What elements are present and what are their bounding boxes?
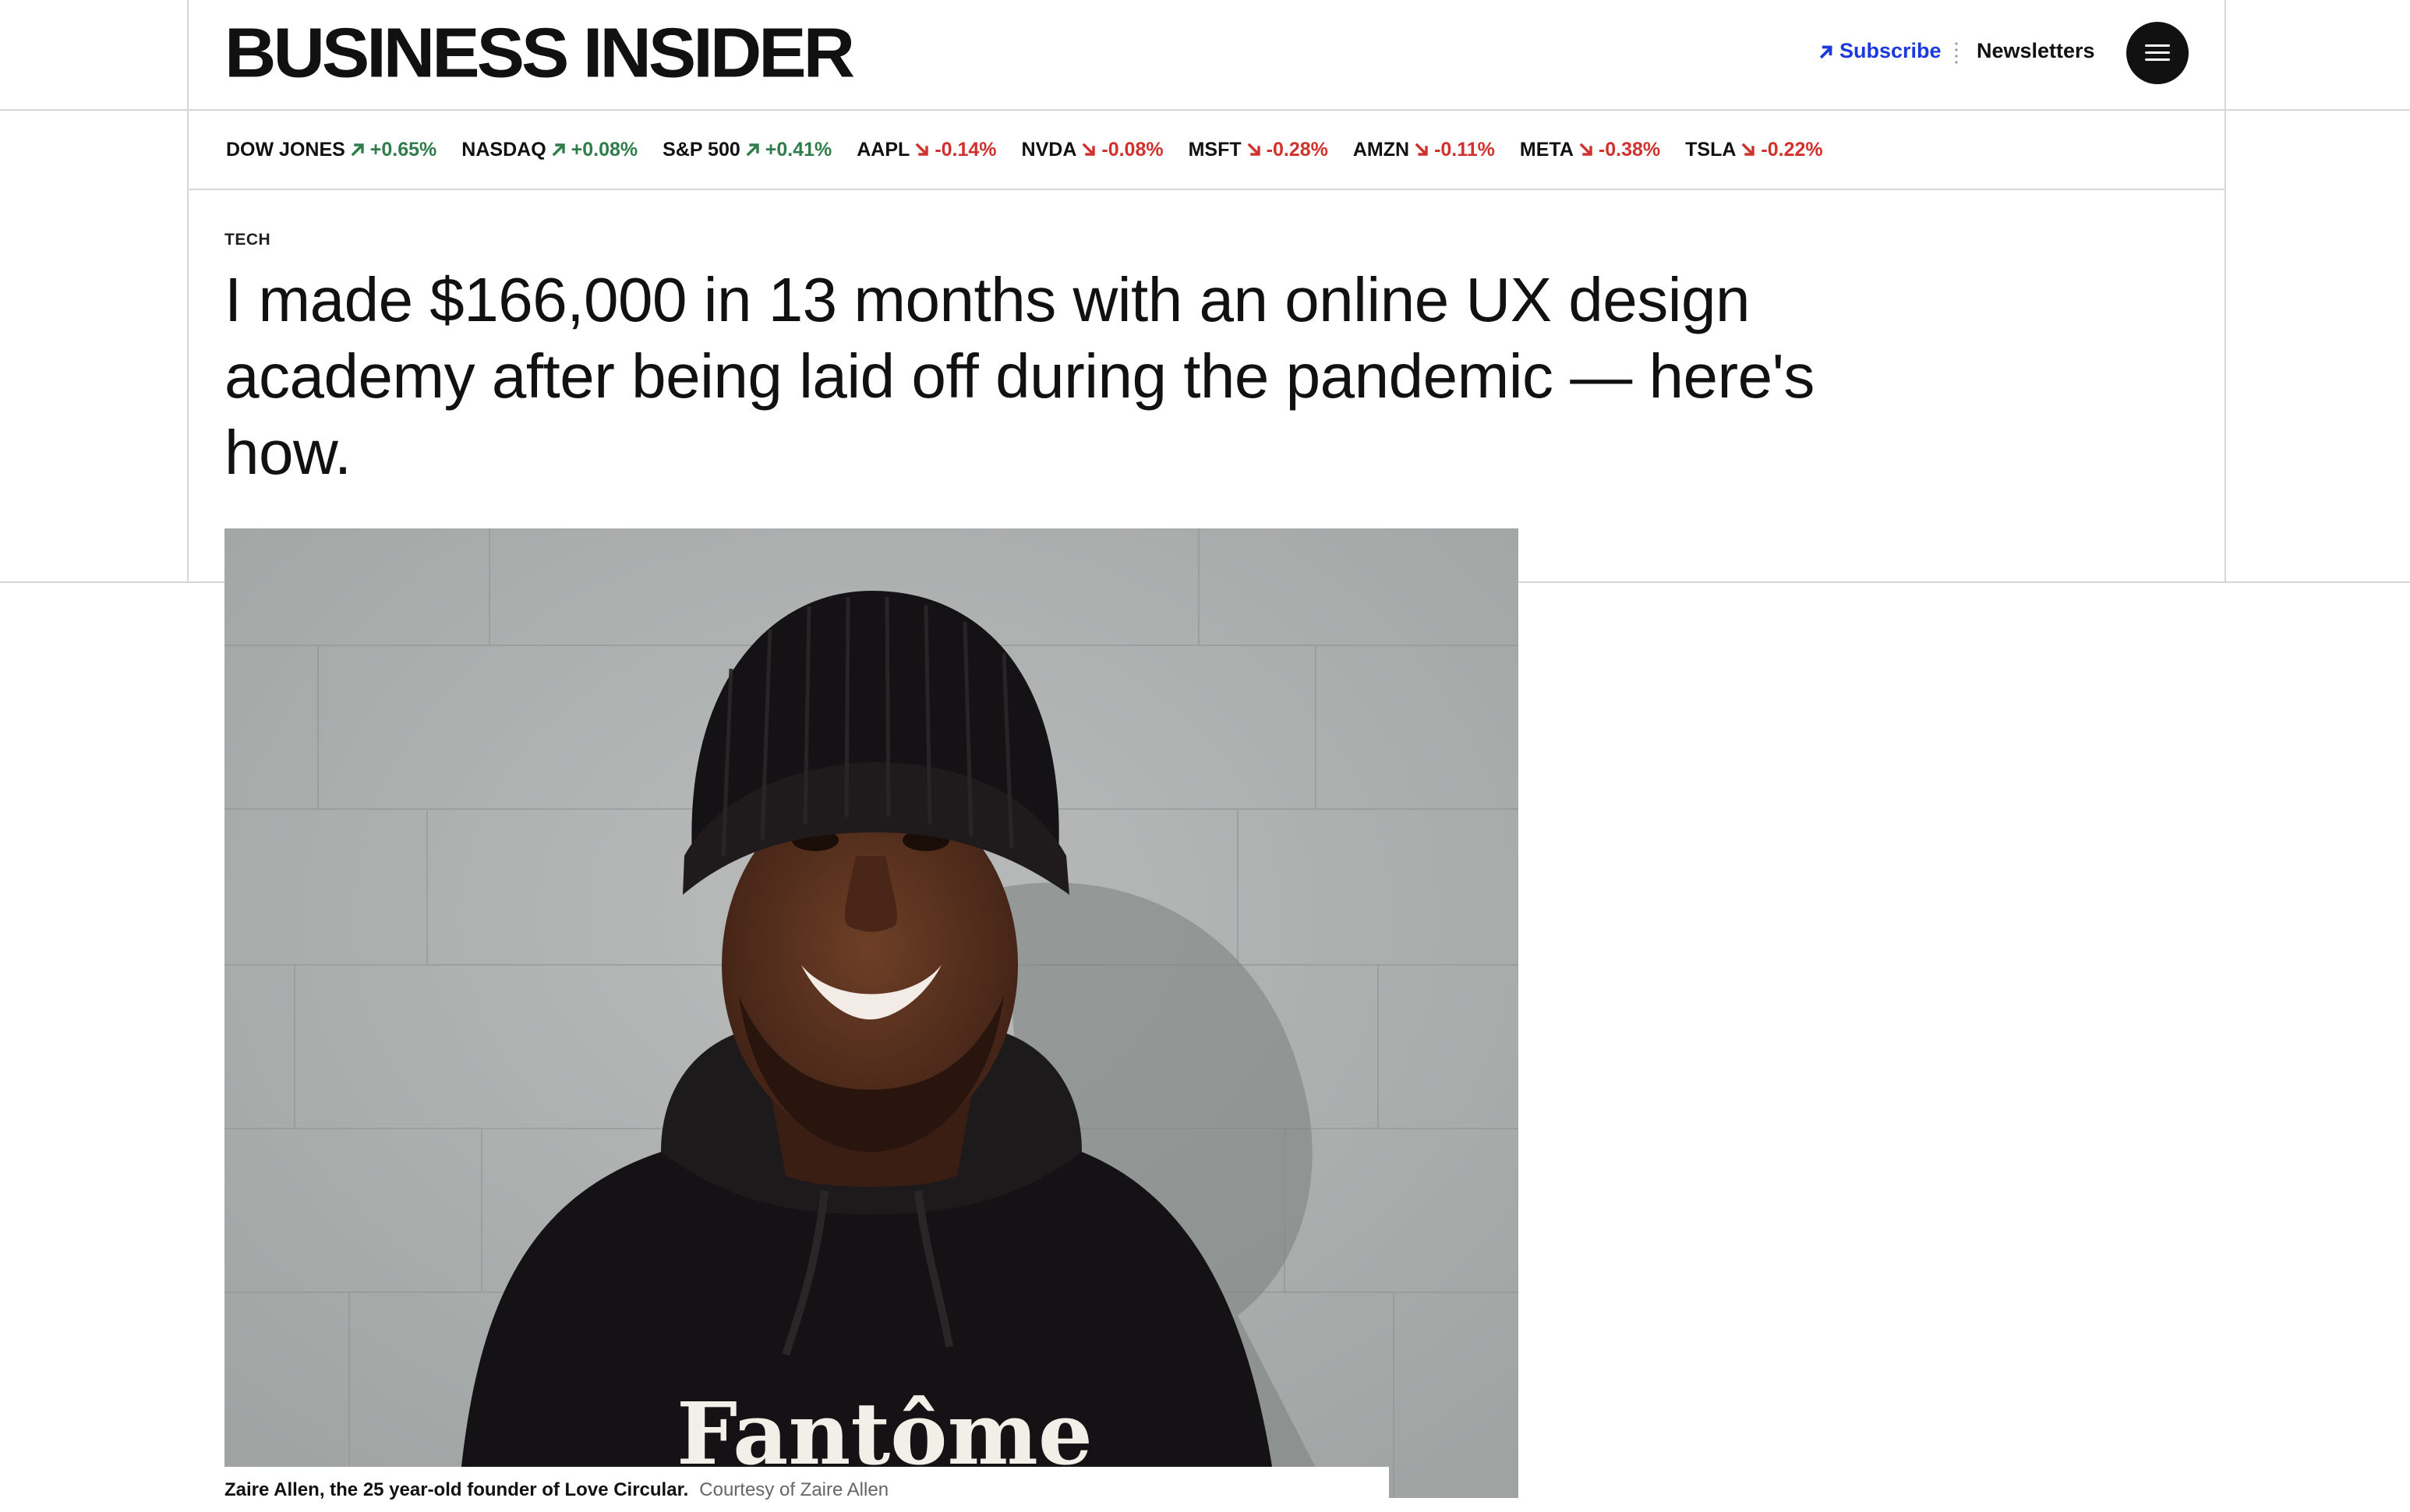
ticker-change: -0.11%	[1434, 138, 1495, 161]
portrait-illustration: Fantôme	[224, 528, 1518, 1498]
ticker-symbol: META	[1519, 138, 1574, 161]
ticker-item[interactable]: AAPL -0.14%	[857, 139, 996, 161]
frame-divider-right	[2224, 0, 2226, 583]
menu-button[interactable]	[2126, 22, 2189, 84]
image-caption: Zaire Allen, the 25 year-old founder of …	[224, 1479, 889, 1501]
ticker-divider	[187, 189, 2226, 190]
ticker-symbol: MSFT	[1188, 138, 1242, 161]
site-header: BUSINESS INSIDER Subscribe Newsletters	[189, 0, 2224, 109]
ticker-symbol: AMZN	[1352, 138, 1410, 161]
trend-down-icon	[1579, 143, 1592, 156]
ticker-symbol: DOW JONES	[226, 138, 345, 161]
trend-down-icon	[1415, 143, 1428, 156]
ticker-symbol: TSLA	[1685, 138, 1737, 161]
ticker-item[interactable]: NASDAQ +0.08%	[461, 139, 638, 161]
trend-down-icon	[1247, 143, 1260, 156]
ticker-symbol: NVDA	[1021, 138, 1077, 161]
article-category[interactable]: TECH	[224, 231, 270, 249]
arrow-up-right-icon	[1819, 45, 1833, 58]
article-headline: I made $166,000 in 13 months with an onl…	[224, 265, 1815, 487]
site-logo[interactable]: BUSINESS INSIDER	[224, 18, 855, 88]
ticker-change: +0.41%	[765, 138, 832, 161]
trend-down-icon	[1742, 143, 1755, 156]
subscribe-label: Subscribe	[1839, 39, 1942, 62]
hamburger-menu-icon	[2145, 44, 2170, 62]
trend-up-icon	[552, 143, 565, 157]
ticker-item[interactable]: S&P 500 +0.41%	[663, 139, 832, 161]
header-separator	[1955, 41, 1958, 65]
ticker-symbol: NASDAQ	[461, 138, 546, 161]
ticker-item[interactable]: AMZN -0.11%	[1353, 139, 1495, 161]
market-ticker: DOW JONES +0.65% NASDAQ +0.08% S&P 500 +0.41%…	[226, 111, 1823, 189]
ticker-symbol: S&P 500	[663, 138, 740, 161]
ticker-change: -0.14%	[935, 138, 997, 161]
subscribe-link[interactable]: Subscribe	[1818, 39, 1942, 63]
trend-up-icon	[351, 143, 364, 157]
caption-text: Zaire Allen, the 25 year-old founder of …	[224, 1479, 689, 1500]
ticker-change: -0.22%	[1761, 138, 1823, 161]
trend-up-icon	[746, 143, 759, 157]
ticker-change: +0.65%	[369, 138, 437, 161]
ticker-change: +0.08%	[571, 138, 638, 161]
caption-credit: Courtesy of Zaire Allen	[699, 1479, 889, 1500]
ticker-item[interactable]: TSLA -0.22%	[1685, 139, 1823, 161]
ticker-item[interactable]: DOW JONES +0.65%	[226, 139, 436, 161]
trend-down-icon	[1082, 143, 1096, 156]
ticker-change: -0.38%	[1598, 138, 1661, 161]
trend-down-icon	[915, 143, 929, 156]
ticker-change: -0.28%	[1266, 138, 1328, 161]
ticker-item[interactable]: META -0.38%	[1520, 139, 1660, 161]
ticker-item[interactable]: NVDA -0.08%	[1022, 139, 1164, 161]
ticker-change: -0.08%	[1101, 138, 1164, 161]
ticker-item[interactable]: MSFT -0.28%	[1189, 139, 1328, 161]
newsletters-link[interactable]: Newsletters	[1977, 39, 2095, 63]
ticker-symbol: AAPL	[857, 138, 910, 161]
hero-image: Fantôme	[224, 528, 1518, 1498]
